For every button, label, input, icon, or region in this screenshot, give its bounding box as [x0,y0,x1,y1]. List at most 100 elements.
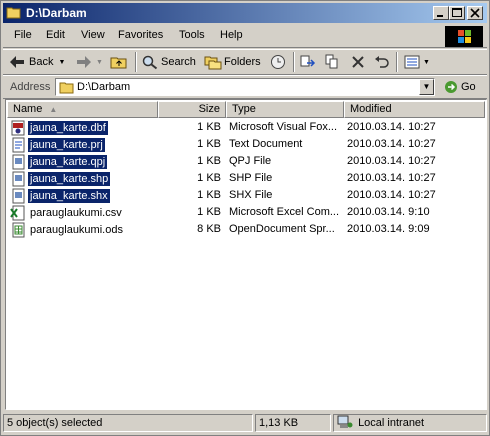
file-row[interactable]: jauna_karte.dbf 1 KB Microsoft Visual Fox.… [7,119,485,136]
file-name: jauna_karte.shp [28,171,111,186]
file-name-cell[interactable]: jauna_karte.shx [10,187,110,204]
up-folder-icon [110,57,127,69]
back-button[interactable]: Back ▼ [8,53,65,71]
file-size: 1 KB [197,206,221,218]
folders-icon [204,56,222,70]
go-label: Go [461,81,476,93]
status-selection: 5 object(s) selected [3,414,253,432]
file-size: 1 KB [197,172,221,184]
generic-file-icon [10,171,26,187]
file-size: 1 KB [197,189,221,201]
close-icon [470,8,480,18]
status-zone: Local intranet [333,414,487,432]
file-row[interactable]: parauglaukumi.ods 8 KB OpenDocument Spr...… [7,221,485,238]
search-label: Search [161,56,196,68]
minimize-icon [437,15,443,17]
column-header-size[interactable]: Size [158,101,226,118]
file-name-cell[interactable]: parauglaukumi.ods [10,221,125,238]
explorer-window: D:\Darbam File Edit View Favorites Tools… [0,0,490,436]
menu-view[interactable]: View [81,29,105,41]
file-list[interactable]: Name ▲ Size Type Modified jauna_karte.db… [5,99,487,410]
folder-icon [6,5,22,19]
file-row[interactable]: jauna_karte.qpj 1 KB QPJ File 2010.03.14. 1… [7,153,485,170]
chevron-down-icon: ▼ [422,82,431,91]
file-name-cell[interactable]: parauglaukumi.csv [10,204,124,221]
address-bar: Address D:\Darbam ▼ Go [3,75,487,99]
toolbar-separator [293,52,295,72]
search-button[interactable]: Search [141,53,196,71]
file-modified: 2010.03.14. 10:27 [347,172,436,184]
folders-label: Folders [224,56,261,68]
file-name: jauna_karte.dbf [28,120,108,135]
column-header-name[interactable]: Name ▲ [7,101,158,118]
menu-favorites[interactable]: Favorites [118,29,163,41]
delete-button[interactable] [349,53,367,71]
menu-bar: File Edit View Favorites Tools Help [3,25,487,48]
forward-button[interactable]: ▼ [75,53,103,71]
ods-file-icon [10,222,26,238]
toolbar-separator [135,52,137,72]
copy-to-icon [325,54,338,69]
back-dropdown-icon[interactable]: ▼ [58,59,65,66]
file-modified: 2010.03.14. 10:27 [347,155,436,167]
file-name: jauna_karte.shx [28,188,110,203]
up-folder-button[interactable] [110,53,128,71]
file-size: 1 KB [197,138,221,150]
excel-file-icon [10,205,26,221]
menu-help[interactable]: Help [220,29,243,41]
views-dropdown-icon[interactable]: ▼ [423,59,430,66]
copy-to-button[interactable] [324,53,342,71]
file-row[interactable]: jauna_karte.shp 1 KB SHP File 2010.03.14. 1… [7,170,485,187]
file-modified: 2010.03.14. 9:09 [347,223,430,235]
file-type: OpenDocument Spr... [229,223,335,235]
file-name: parauglaukumi.ods [30,223,123,236]
views-button[interactable]: ▼ [403,53,430,71]
windows-flag-icon [458,30,471,43]
minimize-button[interactable] [433,6,449,20]
menu-tools[interactable]: Tools [179,29,205,41]
title-bar[interactable]: D:\Darbam [3,3,487,23]
file-size: 1 KB [197,155,221,167]
go-arrow-icon [445,81,457,93]
history-icon [271,55,285,69]
file-modified: 2010.03.14. 10:27 [347,189,436,201]
history-button[interactable] [269,53,287,71]
status-size: 1,13 KB [255,414,331,432]
search-icon [142,55,158,70]
file-modified: 2010.03.14. 10:27 [347,121,436,133]
menu-edit[interactable]: Edit [46,29,65,41]
menu-file[interactable]: File [14,29,32,41]
maximize-button[interactable] [449,6,465,20]
go-button[interactable]: Go [443,79,476,95]
file-name-cell[interactable]: jauna_karte.qpj [10,153,108,170]
close-button[interactable] [467,6,483,20]
back-arrow-icon [10,56,24,68]
file-row[interactable]: jauna_karte.prj 1 KB Text Document 2010.03.… [7,136,485,153]
undo-icon [375,56,389,68]
file-row[interactable]: jauna_karte.shx 1 KB SHX File 2010.03.14. 1… [7,187,485,204]
back-label: Back [29,56,54,68]
file-modified: 2010.03.14. 9:10 [347,206,430,218]
file-type: SHX File [229,189,273,201]
folders-button[interactable]: Folders [204,53,261,71]
file-name: jauna_karte.prj [28,137,105,152]
folder-icon [59,80,75,97]
dbf-file-icon [10,120,26,136]
views-icon [404,55,420,69]
toolbar: Back ▼ ▼ Search Folders ▼ [3,49,487,75]
move-to-button[interactable] [299,53,317,71]
file-size: 1 KB [197,121,221,133]
column-header-row: Name ▲ Size Type Modified [7,101,485,118]
file-name-cell[interactable]: jauna_karte.dbf [10,119,108,136]
file-row[interactable]: parauglaukumi.csv 1 KB Microsoft Excel Com… [7,204,485,221]
address-dropdown-button[interactable]: ▼ [419,79,434,95]
column-header-type[interactable]: Type [226,101,344,118]
text-file-icon [10,137,26,153]
file-name-cell[interactable]: jauna_karte.prj [10,136,105,153]
forward-dropdown-icon[interactable]: ▼ [96,59,103,66]
undo-button[interactable] [373,53,391,71]
address-field[interactable]: D:\Darbam ▼ [55,78,435,96]
file-name-cell[interactable]: jauna_karte.shp [10,170,111,187]
column-header-modified[interactable]: Modified [344,101,485,118]
status-bar: 5 object(s) selected 1,13 KB Local intra… [3,413,487,433]
